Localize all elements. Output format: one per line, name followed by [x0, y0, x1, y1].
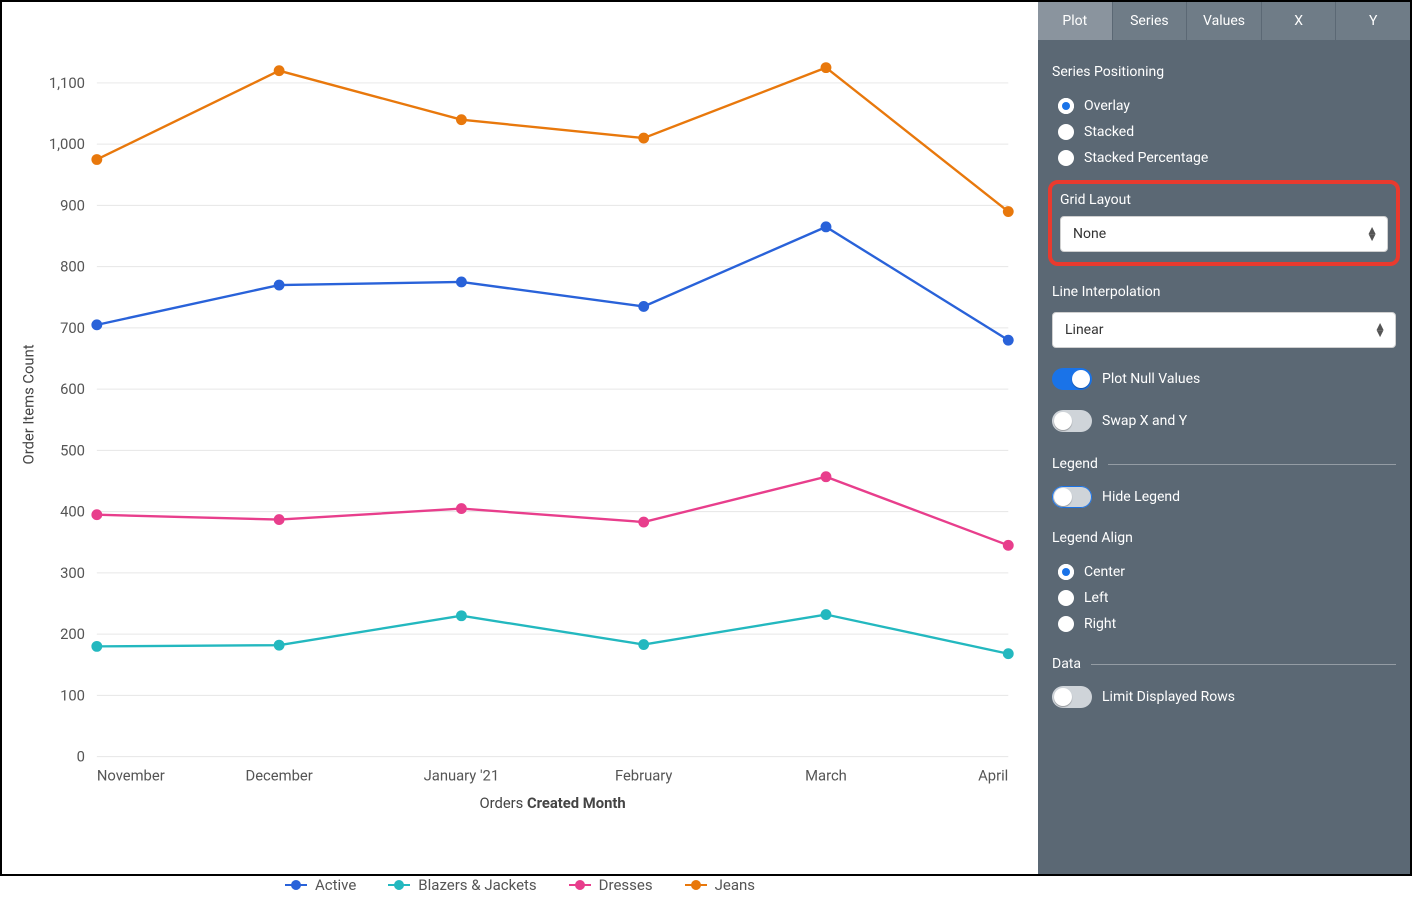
series-positioning-option-stacked[interactable]: Stacked — [1058, 124, 1396, 140]
chart-legend: Active Blazers & Jackets Dresses Jeans — [12, 868, 1028, 908]
config-body: Series Positioning Overlay Stacked Stacked… — [1038, 40, 1410, 726]
swap-xy-label: Swap X and Y — [1102, 413, 1187, 429]
grid-layout-select[interactable]: None — [1060, 216, 1388, 252]
legend-align-label: Legend Align — [1052, 530, 1396, 546]
svg-text:200: 200 — [60, 625, 85, 643]
legend-item-label: Blazers & Jackets — [418, 876, 536, 894]
grid-layout-select-wrap: None ▲▼ — [1060, 216, 1388, 252]
legend-item-label: Dresses — [599, 876, 653, 894]
chart-panel: 0 100 200 300 400 500 600 700 800 900 1,000 1,100 No… — [2, 2, 1038, 874]
line-interpolation-select-wrap: Linear ▲▼ — [1052, 312, 1396, 348]
grid-layout-label: Grid Layout — [1060, 192, 1388, 208]
legend-align-option-label: Left — [1084, 590, 1108, 606]
legend-align-radios: Center Left Right — [1052, 564, 1396, 632]
tab-x[interactable]: X — [1262, 2, 1337, 40]
hide-legend-toggle-row[interactable]: Hide Legend — [1052, 486, 1396, 508]
svg-text:March: March — [805, 766, 847, 784]
series-positioning-label: Series Positioning — [1052, 64, 1396, 80]
hide-legend-label: Hide Legend — [1102, 489, 1180, 505]
legend-align-option-label: Center — [1084, 564, 1125, 580]
plot-null-toggle[interactable] — [1052, 368, 1092, 390]
config-tabs: PlotSeriesValuesXY — [1038, 2, 1410, 40]
svg-text:800: 800 — [60, 258, 85, 276]
legend-section-header: Legend — [1052, 456, 1396, 472]
legend-item-blazers-jackets[interactable]: Blazers & Jackets — [388, 876, 536, 894]
series-positioning-option-label: Stacked — [1084, 124, 1134, 140]
svg-text:November: November — [97, 766, 165, 784]
plot-null-toggle-row[interactable]: Plot Null Values — [1052, 368, 1396, 390]
line-chart: 0 100 200 300 400 500 600 700 800 900 1,000 1,100 No… — [12, 12, 1028, 864]
limit-rows-toggle-row[interactable]: Limit Displayed Rows — [1052, 686, 1396, 708]
app-root: 0 100 200 300 400 500 600 700 800 900 1,000 1,100 No… — [0, 0, 1412, 876]
svg-text:January '21: January '21 — [424, 766, 500, 784]
limit-rows-label: Limit Displayed Rows — [1102, 689, 1235, 705]
svg-text:0: 0 — [77, 748, 85, 766]
data-section-header: Data — [1052, 656, 1396, 672]
legend-item-jeans[interactable]: Jeans — [685, 876, 755, 894]
select-chevrons-icon: ▲▼ — [1366, 227, 1378, 241]
data-section-label: Data — [1052, 656, 1081, 672]
legend-item-active[interactable]: Active — [285, 876, 356, 894]
legend-item-label: Active — [315, 876, 356, 894]
legend-align-option-label: Right — [1084, 616, 1116, 632]
svg-text:1,000: 1,000 — [49, 135, 85, 153]
swap-xy-toggle-row[interactable]: Swap X and Y — [1052, 410, 1396, 432]
svg-text:1,100: 1,100 — [49, 74, 85, 92]
legend-align-option-right[interactable]: Right — [1058, 616, 1396, 632]
legend-item-label: Jeans — [715, 876, 755, 894]
svg-text:700: 700 — [60, 319, 85, 337]
svg-text:600: 600 — [60, 380, 85, 398]
tab-plot[interactable]: Plot — [1038, 2, 1113, 40]
legend-section-label: Legend — [1052, 456, 1098, 472]
svg-text:900: 900 — [60, 196, 85, 214]
svg-text:December: December — [246, 766, 313, 784]
tab-series[interactable]: Series — [1113, 2, 1188, 40]
svg-text:500: 500 — [60, 441, 85, 459]
grid-layout-highlight: Grid Layout None ▲▼ — [1048, 180, 1400, 266]
hide-legend-toggle[interactable] — [1052, 486, 1092, 508]
select-chevrons-icon: ▲▼ — [1374, 323, 1386, 337]
series-positioning-option-stacked-percentage[interactable]: Stacked Percentage — [1058, 150, 1396, 166]
legend-item-dresses[interactable]: Dresses — [569, 876, 653, 894]
tab-values[interactable]: Values — [1187, 2, 1262, 40]
grid-layout-value: None — [1073, 226, 1106, 242]
legend-align-option-left[interactable]: Left — [1058, 590, 1396, 606]
svg-text:300: 300 — [60, 564, 85, 582]
tab-y[interactable]: Y — [1336, 2, 1410, 40]
svg-text:100: 100 — [60, 686, 85, 704]
svg-text:Orders Created Month: Orders Created Month — [479, 794, 625, 812]
series-positioning-option-label: Stacked Percentage — [1084, 150, 1208, 166]
plot-null-label: Plot Null Values — [1102, 371, 1200, 387]
line-interpolation-label: Line Interpolation — [1052, 284, 1396, 300]
svg-text:February: February — [615, 766, 672, 784]
series-positioning-option-label: Overlay — [1084, 98, 1130, 114]
limit-rows-toggle[interactable] — [1052, 686, 1092, 708]
svg-text:400: 400 — [60, 503, 85, 521]
config-sidebar: PlotSeriesValuesXY Series Positioning Ov… — [1038, 2, 1410, 874]
svg-text:April: April — [978, 766, 1008, 784]
series-positioning-option-overlay[interactable]: Overlay — [1058, 98, 1396, 114]
legend-align-option-center[interactable]: Center — [1058, 564, 1396, 580]
series-positioning-radios: Overlay Stacked Stacked Percentage — [1052, 98, 1396, 166]
line-interpolation-select[interactable]: Linear — [1052, 312, 1396, 348]
line-interpolation-value: Linear — [1065, 322, 1103, 338]
swap-xy-toggle[interactable] — [1052, 410, 1092, 432]
svg-text:Order Items Count: Order Items Count — [20, 344, 38, 464]
